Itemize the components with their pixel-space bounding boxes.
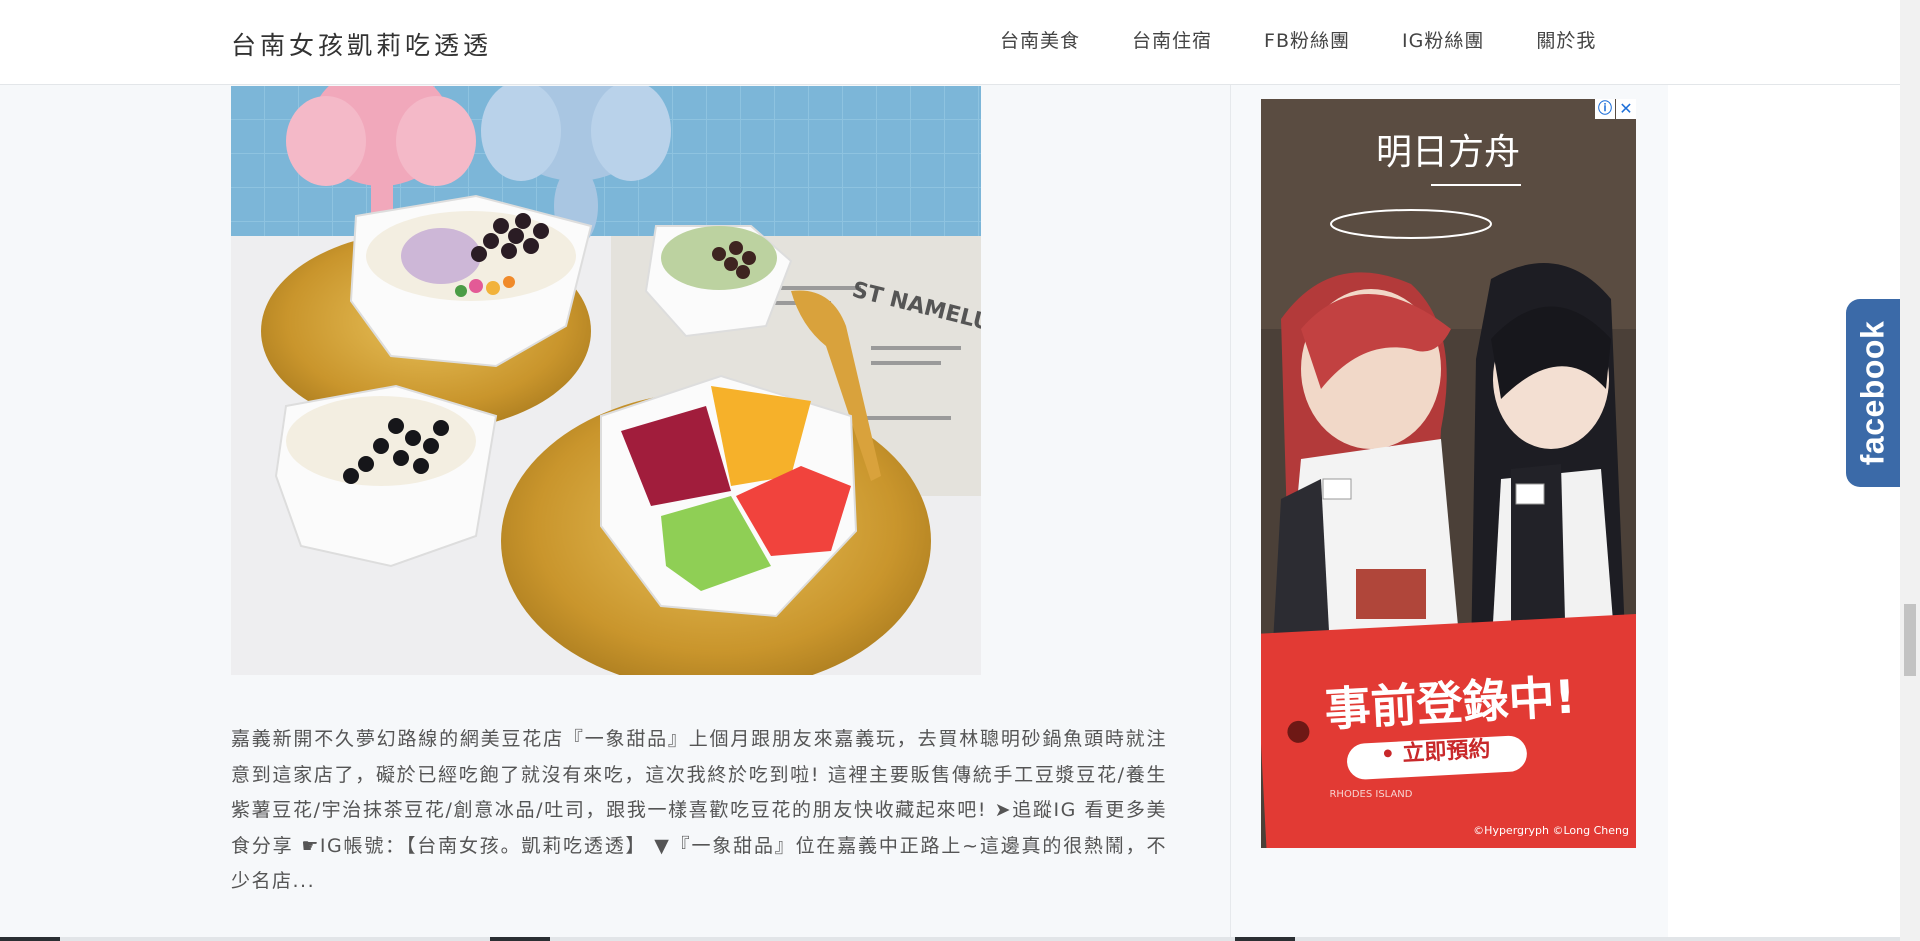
- ad-logo-text: 明日方舟: [1376, 132, 1520, 173]
- dessert-photo: ST NAMELU: [231, 86, 981, 675]
- nav-item-tainan-food[interactable]: 台南美食: [1000, 26, 1080, 53]
- footer-edge-segment: [490, 937, 550, 941]
- top-header: 台南女孩凱莉吃透透 台南美食 台南住宿 FB粉絲團 IG粉絲團 關於我: [0, 0, 1900, 85]
- site-title[interactable]: 台南女孩凱莉吃透透: [231, 26, 492, 62]
- post-excerpt: 嘉義新開不久夢幻路線的網美豆花店『一象甜品』上個月跟朋友來嘉義玩，去買林聰明砂鍋…: [231, 728, 1167, 892]
- ad-copyright: ©Hypergryph ©Long Cheng: [1473, 824, 1629, 837]
- nav-item-fb-fanpage[interactable]: FB粉絲團: [1264, 26, 1350, 53]
- ad-info-icon[interactable]: ⓘ: [1595, 99, 1615, 119]
- footer-edge-segment: [1235, 937, 1295, 941]
- page-scrollbar[interactable]: [1900, 0, 1920, 941]
- sidebar-ad[interactable]: 明日方舟 事前登錄中! • 立即預約 RHODES ISLAND ©Hyperg…: [1261, 99, 1636, 848]
- main-nav: 台南美食 台南住宿 FB粉絲團 IG粉絲團 關於我: [1000, 26, 1648, 53]
- nav-item-tainan-stay[interactable]: 台南住宿: [1132, 26, 1212, 53]
- post-featured-image[interactable]: ST NAMELU: [231, 86, 981, 675]
- footer-edge-segment: [0, 937, 60, 941]
- footer-edge: [0, 937, 1900, 941]
- ad-small-tag: RHODES ISLAND: [1329, 789, 1412, 800]
- ad-close-icon[interactable]: ✕: [1616, 99, 1636, 119]
- nav-item-about-me[interactable]: 關於我: [1536, 26, 1596, 53]
- nav-item-ig-fanpage[interactable]: IG粉絲團: [1402, 26, 1484, 53]
- facebook-float-tab[interactable]: facebook: [1846, 299, 1900, 487]
- right-gutter: [1668, 85, 1900, 941]
- ad-artwork: 明日方舟 事前登錄中! • 立即預約 RHODES ISLAND ©Hyperg…: [1261, 99, 1636, 848]
- facebook-tab-label: facebook: [1854, 320, 1891, 466]
- scrollbar-thumb[interactable]: [1904, 604, 1916, 676]
